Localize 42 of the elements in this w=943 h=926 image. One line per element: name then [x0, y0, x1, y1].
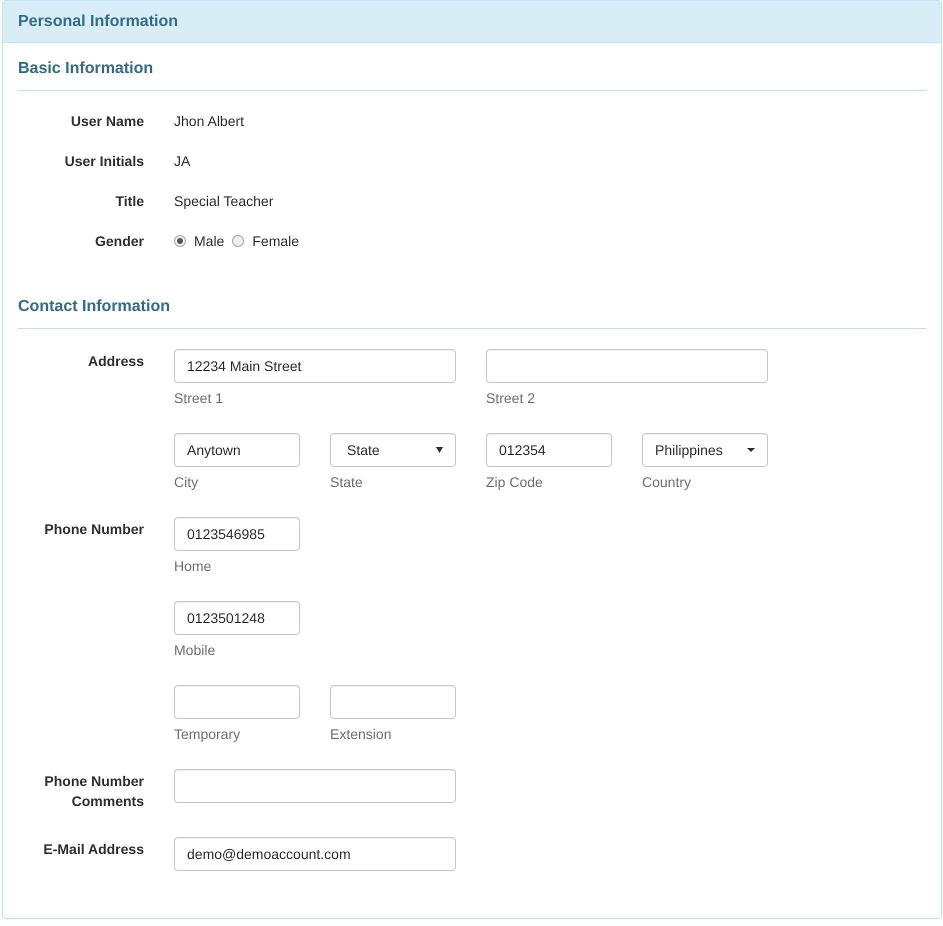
field-label: Gender [94, 232, 144, 251]
dropdown-button[interactable]: Philippines [642, 433, 768, 467]
help-text: Street 1 [174, 389, 224, 407]
help-text: Temporary [174, 725, 242, 743]
input-field[interactable] [330, 685, 456, 719]
section-title: Basic Information [18, 60, 154, 78]
input-field[interactable]: 12234 Main Street [174, 349, 456, 383]
help-text: Zip Code [486, 473, 544, 491]
field-label: Phone Number [43, 520, 144, 539]
input-field[interactable] [486, 349, 768, 383]
input-field[interactable]: 0123501248 [174, 601, 300, 635]
help-text: Street 2 [486, 389, 536, 407]
help-text: Country [642, 473, 692, 491]
help-text: Mobile [174, 641, 216, 659]
input-field[interactable]: 0123546985 [174, 517, 300, 551]
help-text: Home [174, 557, 212, 575]
input-field[interactable]: demo@demoaccount.com [174, 837, 456, 871]
field-label: User Name [70, 112, 144, 131]
input-field[interactable]: Anytown [174, 433, 300, 467]
field-value: Special Teacher [174, 192, 274, 211]
help-text: Extension [330, 725, 392, 743]
dropdown-arrow-icon [436, 447, 443, 453]
input-field[interactable]: 012354 [486, 433, 612, 467]
panel-title: Personal Information [18, 12, 178, 30]
field-label: Phone Number Comments [43, 772, 144, 811]
field-label: Title [114, 192, 144, 211]
input-field[interactable] [174, 685, 300, 719]
input-field[interactable] [174, 769, 456, 803]
select-field[interactable]: State [330, 433, 456, 467]
radio-button[interactable] [232, 235, 244, 247]
field-label: E-Mail Address [42, 840, 144, 859]
field-value: Jhon Albert [174, 112, 244, 131]
field-value: JA [174, 152, 190, 171]
field-label: User Initials [64, 152, 144, 171]
radio-button[interactable] [174, 235, 186, 247]
help-text: City [174, 473, 200, 491]
caret-icon [747, 448, 755, 452]
radio-label: Female [252, 233, 300, 249]
field-label: Address [86, 352, 144, 371]
section-title: Contact Information [18, 298, 170, 316]
radio-label: Male [194, 233, 224, 249]
help-text: State [330, 473, 364, 491]
